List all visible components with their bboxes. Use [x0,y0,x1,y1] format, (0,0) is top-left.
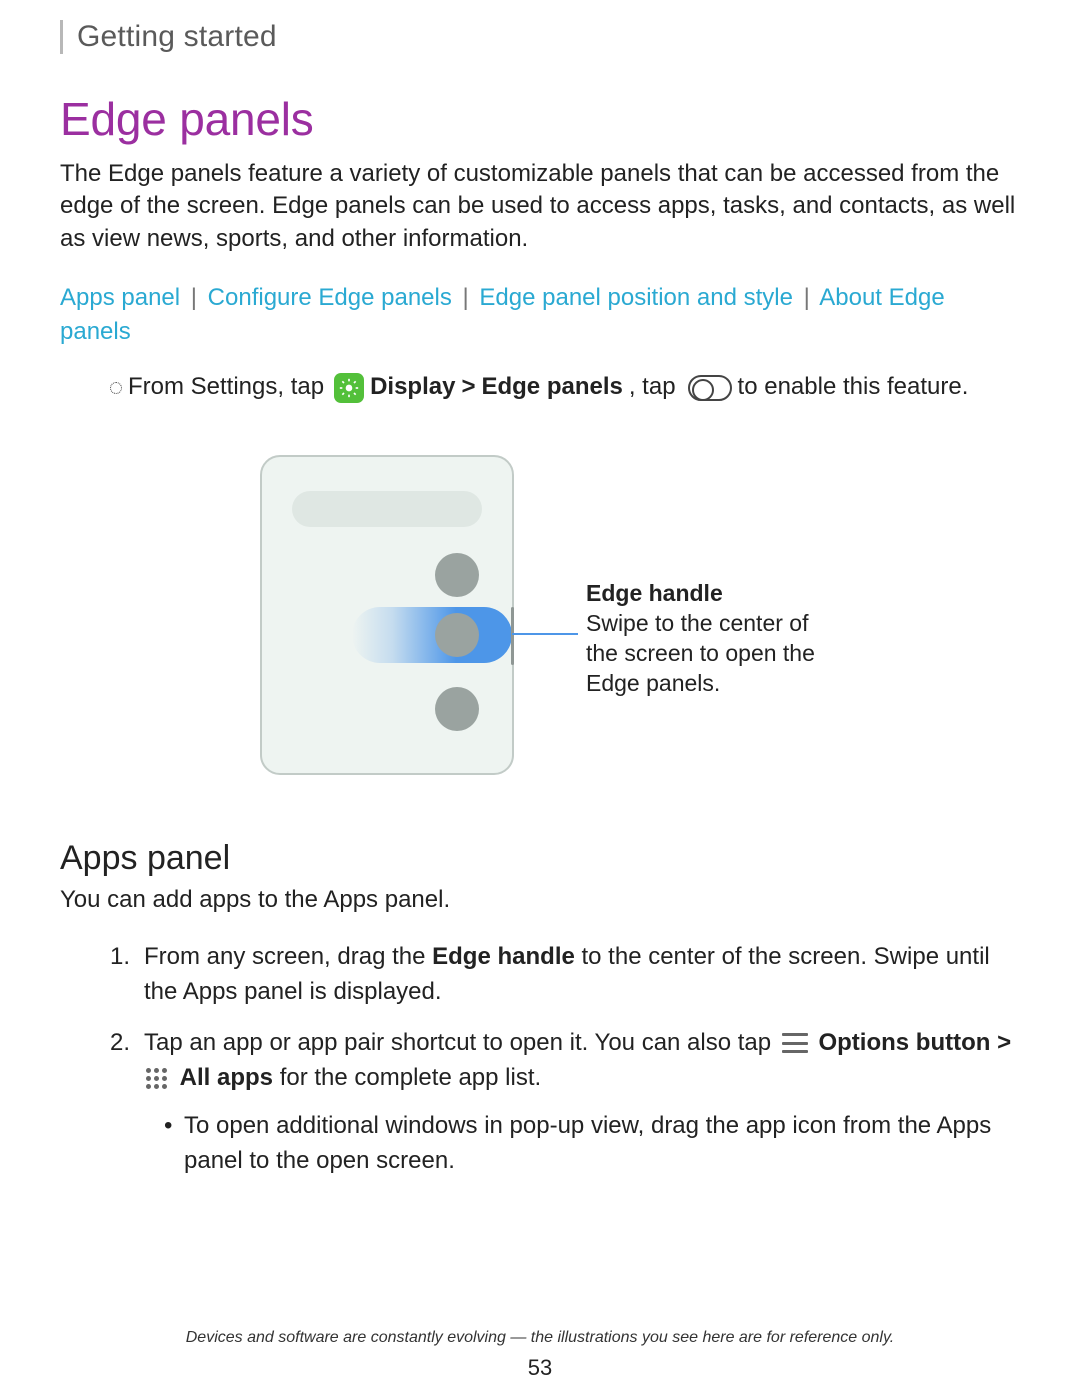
display-settings-icon [334,373,364,403]
breadcrumb-bar: Getting started [60,20,1020,54]
callout-body: Swipe to the center of the screen to ope… [586,609,816,699]
step-text: Tap an app or app pair shortcut to open … [144,1029,771,1056]
enable-instruction: From Settings, tap Display > Edge panels… [110,370,1020,405]
apps-panel-heading: Apps panel [60,839,1020,878]
edge-handle-diagram: Edge handle Swipe to the center of the s… [60,455,1020,775]
phone-illustration [260,455,514,775]
link-configure-edge[interactable]: Configure Edge panels [208,284,452,311]
display-label: Display [370,370,455,405]
app-circle-icon [435,687,479,731]
callout-leader-line [512,633,578,635]
step-item: 2. Tap an app or app pair shortcut to op… [110,1026,1020,1179]
step-number: 1. [110,940,130,975]
all-apps-icon [146,1068,167,1089]
step-text: From any screen, drag the [144,943,432,970]
edge-handle-icon [511,607,514,665]
toggle-switch-icon [688,375,732,401]
page-number: 53 [0,1355,1080,1381]
sub-bullet-item: To open additional windows in pop-up vie… [164,1109,1020,1179]
link-separator: | [191,284,197,311]
options-button-icon [782,1033,808,1053]
bullet-icon [110,382,122,394]
section-links: Apps panel | Configure Edge panels | Edg… [60,281,1020,348]
options-button-label: Options button [818,1029,990,1056]
edge-swipe-indicator [352,607,512,663]
edge-panels-label: Edge panels [481,370,622,405]
step-item: 1. From any screen, drag the Edge handle… [110,940,1020,1010]
step-text: for the complete app list. [273,1064,541,1091]
link-apps-panel[interactable]: Apps panel [60,284,180,311]
gt-separator: > [997,1029,1011,1056]
app-circle-icon [435,553,479,597]
footer-disclaimer: Devices and software are constantly evol… [0,1329,1080,1347]
instruction-text: to enable this feature. [738,370,969,405]
gt-separator: > [461,370,475,405]
apps-panel-steps: 1. From any screen, drag the Edge handle… [110,940,1020,1179]
edge-handle-callout: Edge handle Swipe to the center of the s… [586,579,816,699]
app-circle-icon [435,613,479,657]
instruction-text: From Settings, tap [128,370,324,405]
apps-panel-intro: You can add apps to the Apps panel. [60,886,1020,914]
instruction-text: , tap [629,370,676,405]
page-title: Edge panels [60,92,1020,146]
all-apps-label: All apps [180,1064,273,1091]
step-number: 2. [110,1026,130,1061]
link-separator: | [463,284,469,311]
breadcrumb: Getting started [77,20,1020,54]
link-edge-position[interactable]: Edge panel position and style [479,284,793,311]
link-separator: | [804,284,810,311]
intro-paragraph: The Edge panels feature a variety of cus… [60,158,1020,255]
phone-search-bar [292,491,482,527]
callout-title: Edge handle [586,579,816,609]
edge-handle-label: Edge handle [432,943,575,970]
sub-bullet-list: To open additional windows in pop-up vie… [164,1109,1020,1179]
